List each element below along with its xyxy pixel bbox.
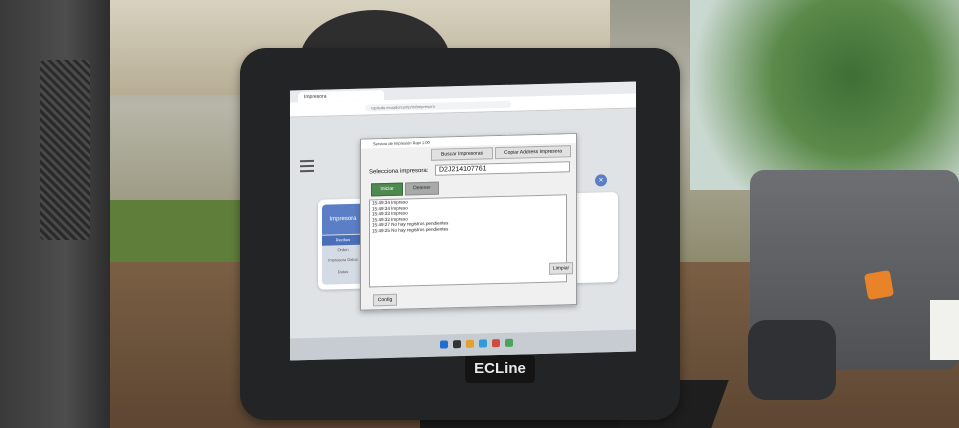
printer-feed-button: [863, 269, 895, 301]
limpiar-button[interactable]: Limpiar: [549, 262, 573, 275]
close-icon[interactable]: ×: [595, 174, 607, 187]
app-icon[interactable]: [492, 339, 500, 348]
folder-icon[interactable]: [466, 339, 474, 348]
sidebar-item-recibos[interactable]: Recibos: [322, 234, 364, 246]
log-list: 15:49:34 Impreso 15:49:34 Impreso 15:49:…: [369, 194, 567, 288]
foliage: [690, 0, 959, 190]
select-printer-label: Selecciona impresora:: [369, 167, 429, 176]
printer-select[interactable]: D2J214107761: [435, 161, 570, 176]
tower-grill: [40, 60, 90, 240]
copiar-address-button[interactable]: Copiar Address Impresora: [495, 145, 571, 160]
iniciar-button[interactable]: Iniciar: [371, 182, 403, 197]
menu-icon[interactable]: [300, 159, 314, 173]
barcode-scanner: [748, 320, 836, 400]
search-icon[interactable]: [453, 340, 461, 349]
print-service-dialog: Servicio de Impresión Rapi 1.00 Buscar I…: [360, 133, 577, 311]
monitor-screen: Impresora rapitcdo.ecuadorcomp/mi/impres…: [290, 81, 636, 361]
buscar-impresoras-button[interactable]: Buscar Impresoras: [431, 147, 493, 161]
monitor-brand-logo: ECLine: [465, 355, 535, 383]
windows-icon[interactable]: [440, 340, 448, 349]
printer-paper: [930, 300, 959, 360]
app-icon[interactable]: [505, 338, 513, 347]
browser-icon[interactable]: [479, 339, 487, 348]
detener-button[interactable]: Detener: [405, 181, 439, 196]
config-button[interactable]: Config: [373, 293, 397, 307]
app-sidebar-title: Impresora: [322, 203, 364, 235]
